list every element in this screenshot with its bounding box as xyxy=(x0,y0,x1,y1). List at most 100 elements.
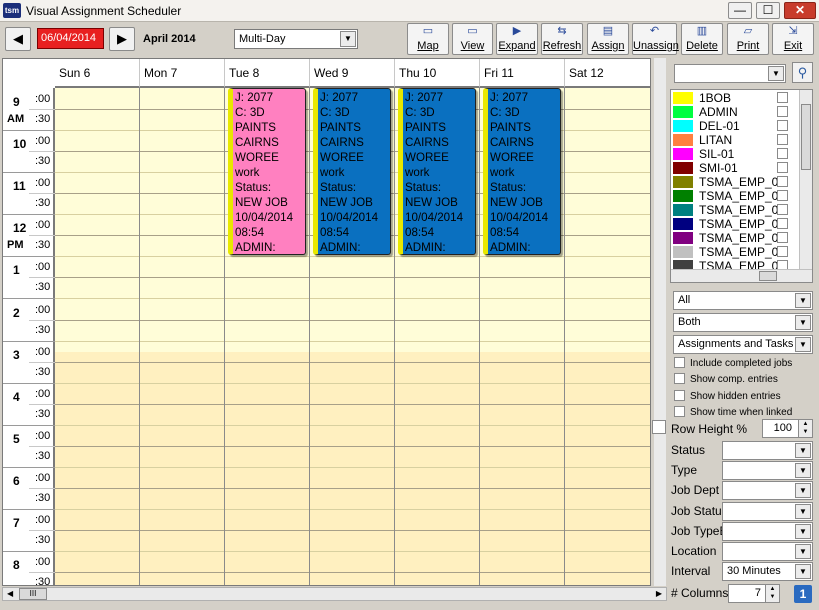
day-header[interactable]: Mon 7 xyxy=(140,59,225,88)
maximize-button[interactable]: ☐ xyxy=(756,2,780,19)
chevron-down-icon[interactable]: ▼ xyxy=(795,443,811,458)
calendar-vertical-scrollbar[interactable] xyxy=(652,58,666,586)
expand-button[interactable]: ▶ Expand xyxy=(496,23,538,55)
option-checkbox[interactable]: Show time when linked xyxy=(674,405,792,420)
scroll-checkbox[interactable] xyxy=(652,420,666,434)
appointment-card[interactable]: J: 2077 C: 3D PAINTS CAIRNS WOREE work Status:… xyxy=(228,88,306,255)
day-header[interactable]: Tue 8 xyxy=(225,59,310,88)
legend-checkbox[interactable] xyxy=(777,246,788,257)
day-header[interactable]: Sun 6 xyxy=(55,59,140,88)
view-button[interactable]: ▭ View xyxy=(452,23,493,55)
job-dept-select[interactable]: ▼ xyxy=(722,481,813,501)
chevron-down-icon[interactable]: ▼ xyxy=(795,463,811,479)
legend-checkbox[interactable] xyxy=(777,232,788,243)
legend-checkbox[interactable] xyxy=(777,134,788,145)
chevron-down-icon[interactable]: ▼ xyxy=(795,523,811,539)
option-checkbox[interactable]: Include completed jobs xyxy=(674,357,792,371)
chevron-down-icon[interactable]: ▼ xyxy=(795,503,811,519)
info-icon[interactable]: 1 xyxy=(794,585,812,603)
scroll-left-icon[interactable]: ◀ xyxy=(7,589,13,598)
scroll-thumb[interactable]: III xyxy=(19,588,47,600)
checkbox-box[interactable] xyxy=(674,357,685,368)
chevron-down-icon[interactable]: ▼ xyxy=(795,564,811,580)
date-field[interactable]: 06/04/2014 xyxy=(37,28,104,49)
assign-button[interactable]: ▤ Assign xyxy=(587,23,629,55)
interval-select[interactable]: 30 Minutes ▼ xyxy=(722,562,813,582)
time-slot xyxy=(225,508,309,510)
legend-checkbox[interactable] xyxy=(777,218,788,229)
legend-item[interactable]: TSMA_EMP_0 xyxy=(671,203,799,217)
delete-button[interactable]: ▥ Delete xyxy=(681,23,723,55)
legend-horizontal-scrollbar[interactable] xyxy=(671,269,812,282)
chevron-down-icon[interactable]: ▼ xyxy=(795,293,811,308)
type-select[interactable]: ▼ xyxy=(722,461,813,481)
chevron-down-icon[interactable]: ▼ xyxy=(795,483,811,499)
legend-checkbox[interactable] xyxy=(777,148,788,159)
entry-type-select[interactable]: Assignments and Tasks ▼ xyxy=(673,335,813,354)
legend-checkbox[interactable] xyxy=(777,190,788,201)
legend-item[interactable]: 1BOB xyxy=(671,91,799,105)
day-header[interactable]: Wed 9 xyxy=(310,59,395,88)
legend-item[interactable]: TSMA_EMP_0 xyxy=(671,245,799,259)
prev-date-button[interactable]: ◀ xyxy=(5,27,31,51)
legend-item[interactable]: TSMA_EMP_0 xyxy=(671,231,799,245)
view-mode-select[interactable]: Multi-Day ▼ xyxy=(234,29,358,49)
checkbox-box[interactable] xyxy=(674,373,685,385)
appointment-card[interactable]: J: 2077 C: 3D PAINTS CAIRNS WOREE work Status:… xyxy=(483,88,561,255)
chevron-down-icon[interactable]: ▼ xyxy=(768,66,784,81)
legend-item[interactable]: TSMA_EMP_0 xyxy=(671,175,799,189)
legend-item[interactable]: LITAN xyxy=(671,133,799,147)
day-header[interactable]: Fri 11 xyxy=(480,59,565,88)
calendar-horizontal-scrollbar[interactable]: ◀ III ▶ xyxy=(2,587,667,601)
chevron-down-icon[interactable]: ▼ xyxy=(795,315,811,330)
exit-button[interactable]: ⇲ Exit xyxy=(772,23,814,55)
legend-checkbox[interactable] xyxy=(777,176,788,187)
legend-checkbox[interactable] xyxy=(777,204,788,215)
appointment-card[interactable]: J: 2077 C: 3D PAINTS CAIRNS WOREE work Status:… xyxy=(398,88,476,255)
print-button[interactable]: ▱ Print xyxy=(727,23,769,55)
legend-vertical-scrollbar[interactable] xyxy=(799,90,812,271)
close-button[interactable]: ✕ xyxy=(784,2,816,19)
legend-item[interactable]: SIL-01 xyxy=(671,147,799,161)
chevron-down-icon[interactable]: ▼ xyxy=(340,31,356,47)
legend-checkbox[interactable] xyxy=(777,162,788,173)
day-column[interactable] xyxy=(55,88,140,585)
legend-checkbox[interactable] xyxy=(777,106,788,117)
legend-item[interactable]: SMI-01 xyxy=(671,161,799,175)
job-typee-select[interactable]: ▼ xyxy=(722,521,813,541)
status-select[interactable]: ▼ xyxy=(722,441,813,460)
location-select[interactable]: ▼ xyxy=(722,542,813,561)
legend-item[interactable]: DEL-01 xyxy=(671,119,799,133)
scroll-thumb[interactable] xyxy=(801,104,811,170)
day-column[interactable] xyxy=(565,88,650,585)
chevron-down-icon[interactable]: ▼ xyxy=(795,544,811,559)
day-column[interactable] xyxy=(140,88,225,585)
columns-stepper[interactable]: ▲ ▼ xyxy=(765,585,779,602)
legend-item[interactable]: TSMA_EMP_0 xyxy=(671,189,799,203)
scroll-thumb[interactable] xyxy=(759,271,777,281)
appointment-card[interactable]: J: 2077 C: 3D PAINTS CAIRNS WOREE work Status:… xyxy=(313,88,391,255)
legend-checkbox[interactable] xyxy=(777,120,788,131)
scroll-right-icon[interactable]: ▶ xyxy=(656,589,662,598)
option-checkbox[interactable]: Show hidden entries xyxy=(674,389,781,404)
job-status-select[interactable]: ▼ xyxy=(722,501,813,521)
legend-checkbox[interactable] xyxy=(777,92,788,103)
mode-select[interactable]: Both ▼ xyxy=(673,313,813,332)
option-checkbox[interactable]: Show comp. entries xyxy=(674,373,778,387)
search-icon[interactable]: ⚲ xyxy=(792,62,813,83)
chevron-down-icon[interactable]: ▼ xyxy=(795,337,811,352)
resource-search-select[interactable]: ▼ xyxy=(674,64,786,83)
checkbox-box[interactable] xyxy=(674,405,685,417)
day-header[interactable]: Thu 10 xyxy=(395,59,480,88)
refresh-button[interactable]: ⇆ Refresh xyxy=(541,23,583,55)
day-header[interactable]: Sat 12 xyxy=(565,59,650,88)
next-date-button[interactable]: ▶ xyxy=(109,27,135,51)
unassign-button[interactable]: ↶ Unassign xyxy=(632,23,679,55)
checkbox-box[interactable] xyxy=(674,389,685,401)
legend-item[interactable]: ADMIN xyxy=(671,105,799,119)
row-height-stepper[interactable]: ▲ ▼ xyxy=(798,420,812,437)
minimize-button[interactable]: — xyxy=(728,2,752,19)
map-button[interactable]: ▭ Map xyxy=(407,23,449,55)
legend-item[interactable]: TSMA_EMP_0 xyxy=(671,217,799,231)
scope-select[interactable]: All ▼ xyxy=(673,291,813,310)
